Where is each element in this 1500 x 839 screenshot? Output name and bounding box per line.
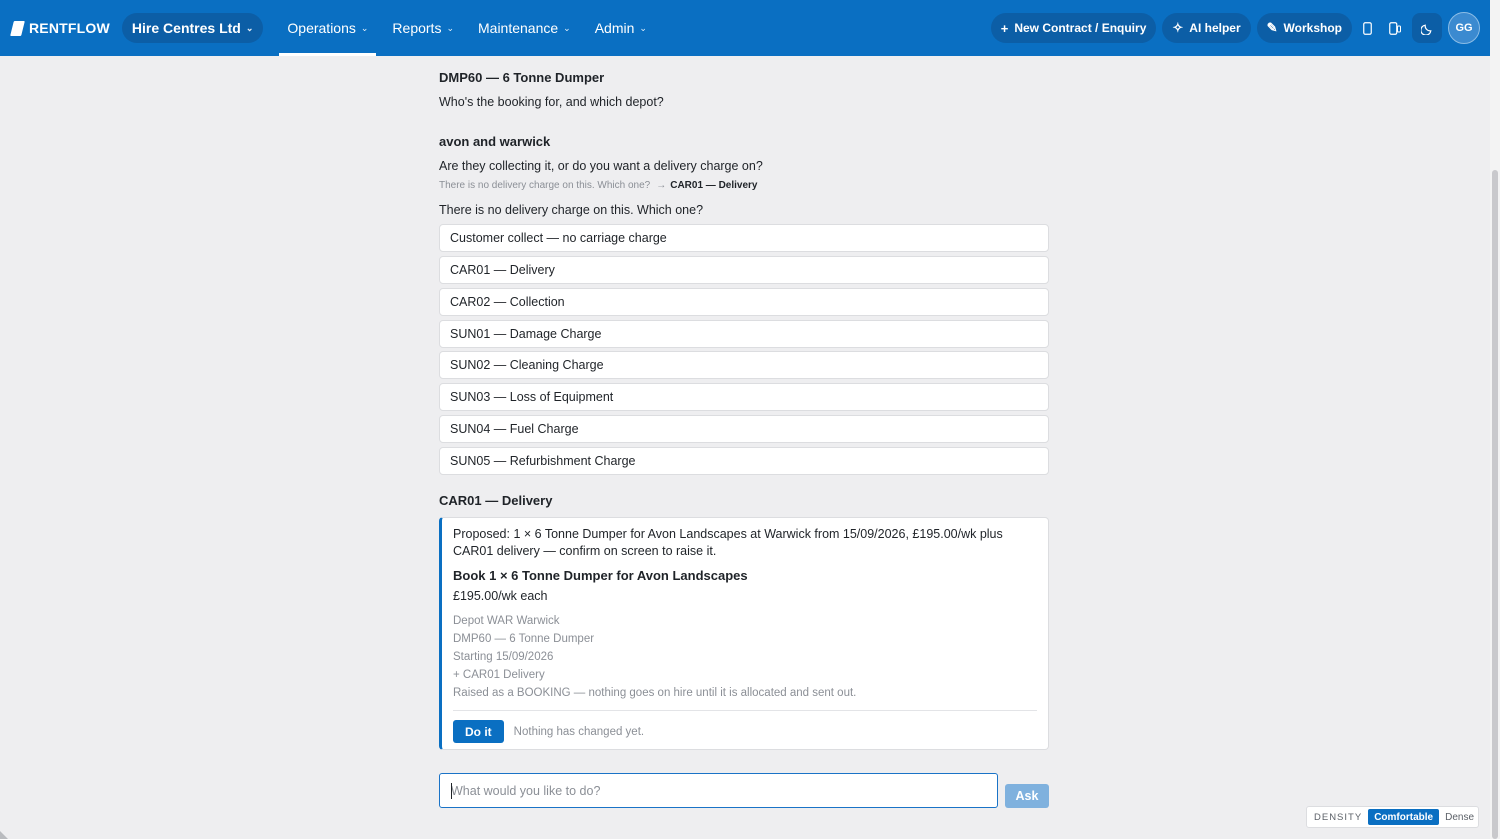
nav-maintenance[interactable]: Maintenance ⌄ (474, 0, 575, 56)
app-logo[interactable]: RENTFLOW (10, 20, 110, 36)
proposal-text: Proposed: 1 × 6 Tonne Dumper for Avon La… (453, 527, 1003, 558)
nav-label: Operations (287, 20, 356, 36)
proposal-title: Book 1 × 6 Tonne Dumper for Avon Landsca… (453, 568, 748, 583)
text-caret (451, 782, 452, 799)
nav-admin[interactable]: Admin ⌄ (591, 0, 651, 56)
option-button[interactable]: SUN02 — Cleaning Charge (439, 351, 1049, 379)
option-button[interactable]: SUN01 — Damage Charge (439, 320, 1049, 348)
header-tools: + New Contract / Enquiry ✧ AI helper ✎ W… (985, 12, 1480, 44)
assistant-message: Who's the booking for, and which depot? (439, 95, 664, 109)
scrollbar-thumb[interactable] (1492, 170, 1498, 839)
wrench-icon: ✎ (1266, 20, 1278, 35)
option-button[interactable]: SUN03 — Loss of Equipment (439, 383, 1049, 411)
card-divider (453, 710, 1037, 711)
selection-trace: There is no delivery charge on this. Whi… (439, 180, 758, 191)
assistant-question: There is no delivery charge on this. Whi… (439, 203, 704, 217)
chevron-down-icon: ⌄ (446, 22, 454, 33)
sparkle-icon: ✧ (1172, 20, 1184, 35)
ask-button[interactable]: Ask (1005, 784, 1049, 808)
option-button[interactable]: SUN04 — Fuel Charge (439, 415, 1049, 443)
density-dense-option[interactable]: Dense (1439, 809, 1480, 825)
nav-label: Reports (392, 20, 442, 36)
ask-input[interactable]: What would you like to do? (439, 773, 998, 808)
density-comfortable-option[interactable]: Comfortable (1368, 809, 1440, 825)
moon-icon (1420, 24, 1431, 35)
user-message: CAR01 — Delivery (439, 493, 553, 508)
chevron-down-icon: ⌄ (360, 22, 369, 33)
workshop-label: Workshop (1283, 21, 1342, 35)
new-contract-label: New Contract / Enquiry (1014, 21, 1147, 35)
avatar[interactable]: GG (1448, 12, 1480, 44)
detail-depot: Depot WAR Warwick (453, 615, 560, 627)
chevron-down-icon: ⌄ (563, 22, 571, 33)
ai-helper-button[interactable]: ✧ AI helper (1162, 13, 1251, 43)
mobile-view-button[interactable] (1354, 13, 1380, 43)
chevron-down-icon: ⌄ (639, 22, 647, 33)
main-nav: Operations ⌄ Reports ⌄ Maintenance ⌄ Adm… (275, 0, 659, 56)
chevron-down-icon: ⌄ (245, 22, 254, 33)
option-button[interactable]: SUN05 — Refurbishment Charge (439, 447, 1049, 475)
proposal-card: Proposed: 1 × 6 Tonne Dumper for Avon La… (439, 517, 1049, 750)
user-message: DMP60 — 6 Tonne Dumper (439, 70, 605, 85)
page-scrollbar[interactable] (1490, 0, 1500, 839)
option-button[interactable]: CAR02 — Collection (439, 288, 1049, 316)
logo-mark-icon (10, 20, 25, 36)
proposal-price: £195.00/wk each (453, 589, 548, 603)
nav-reports[interactable]: Reports ⌄ (388, 0, 458, 56)
tablet-icon (1389, 21, 1401, 35)
ai-helper-label: AI helper (1189, 21, 1241, 35)
do-it-button[interactable]: Do it (453, 720, 504, 743)
trace-selection: CAR01 — Delivery (670, 180, 758, 191)
new-contract-button[interactable]: + New Contract / Enquiry (990, 13, 1157, 43)
nav-operations[interactable]: Operations ⌄ (279, 0, 377, 56)
proposal-actions: Do it Nothing has changed yet. (453, 720, 1037, 743)
window-corner (0, 831, 8, 839)
proposal-details: Depot WAR Warwick DMP60 — 6 Tonne Dumper… (453, 612, 1037, 702)
mobile-icon (1362, 21, 1372, 35)
nav-label: Maintenance (478, 20, 559, 36)
detail-booking-note: Raised as a BOOKING — nothing goes on hi… (453, 687, 857, 699)
density-switch: DENSITY Comfortable Dense (1306, 806, 1479, 828)
detail-item: DMP60 — 6 Tonne Dumper (453, 633, 595, 645)
assistant-message: Are they collecting it, or do you want a… (439, 159, 763, 173)
option-button[interactable]: CAR01 — Delivery (439, 256, 1049, 284)
arrow-right-icon: → (656, 180, 667, 191)
nav-label: Admin (594, 20, 635, 36)
density-label: DENSITY (1314, 811, 1363, 823)
proposal-status: Nothing has changed yet. (513, 725, 645, 738)
ask-input-placeholder: What would you like to do? (451, 783, 601, 798)
option-button[interactable]: Customer collect — no carriage charge (439, 224, 1049, 252)
top-nav-bar: RENTFLOW Hire Centres Ltd ⌄ Operations ⌄… (0, 0, 1490, 56)
company-name: Hire Centres Ltd (131, 20, 241, 36)
trace-question: There is no delivery charge on this. Whi… (439, 180, 651, 191)
logo-text: RENTFLOW (29, 20, 110, 36)
detail-start-date: Starting 15/09/2026 (453, 651, 554, 663)
workshop-button[interactable]: ✎ Workshop (1256, 13, 1352, 43)
tablet-view-button[interactable] (1382, 13, 1408, 43)
avatar-initials: GG (1455, 22, 1473, 34)
user-message: avon and warwick (439, 134, 551, 149)
dark-mode-toggle[interactable] (1412, 13, 1442, 43)
detail-extra-charge: + CAR01 Delivery (453, 669, 545, 681)
plus-icon: + (1000, 20, 1009, 36)
company-selector[interactable]: Hire Centres Ltd ⌄ (121, 13, 264, 43)
